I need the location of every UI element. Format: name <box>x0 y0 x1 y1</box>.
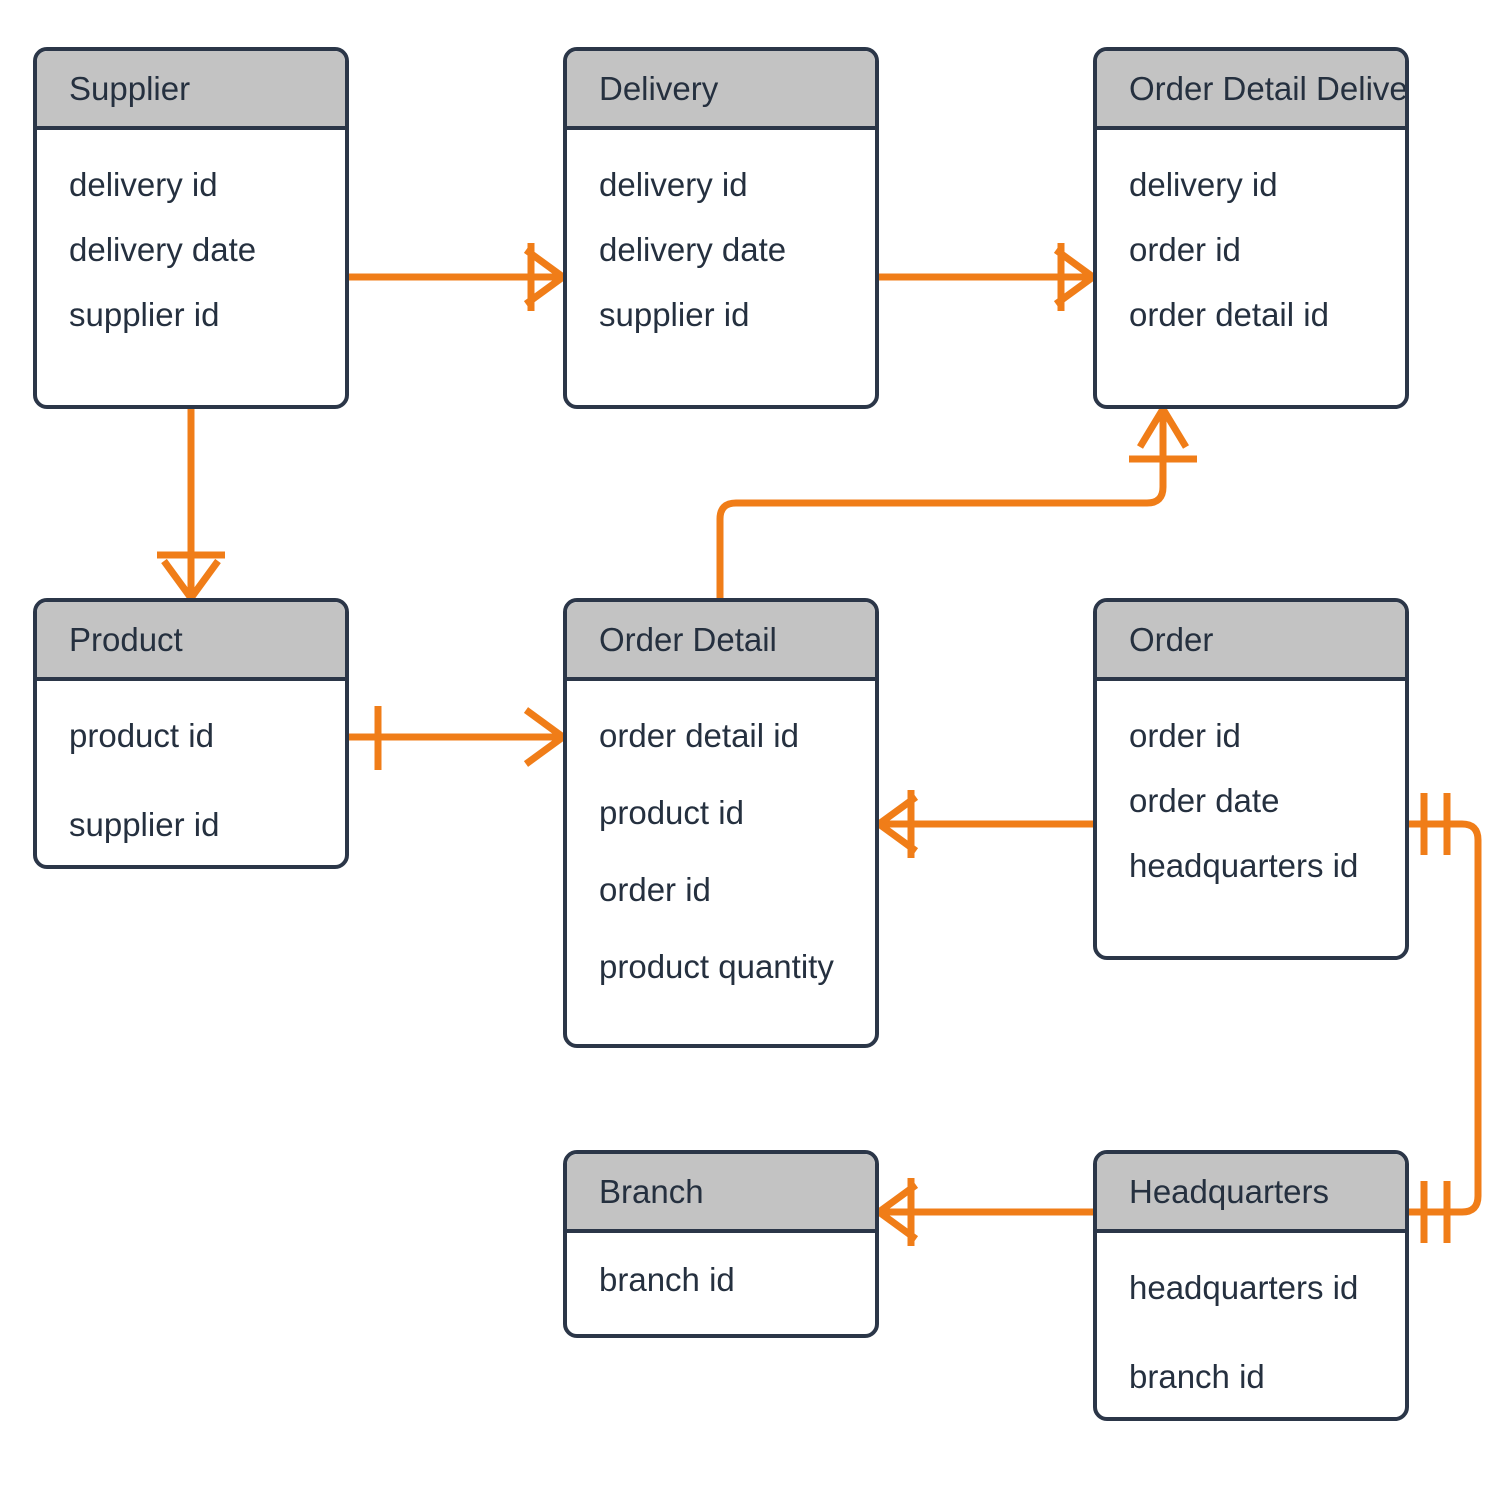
entity-title-headquarters: Headquarters <box>1097 1154 1405 1233</box>
entity-attributes-product: product id supplier id <box>37 681 345 841</box>
entity-title-order: Order <box>1097 602 1405 681</box>
entity-product[interactable]: Product product id supplier id <box>33 598 349 869</box>
attribute-row: delivery date <box>599 231 787 268</box>
connector-order-detail-delivery-order-detail <box>716 407 1197 598</box>
attribute-row: delivery id <box>1129 166 1278 203</box>
entity-order-detail-delivery[interactable]: Order Detail Delivery delivery id order … <box>1093 47 1409 409</box>
entity-title-order-detail: Order Detail <box>567 602 875 681</box>
attribute-row: order id <box>599 871 711 908</box>
entity-attributes-order: order id order date headquarters id <box>1097 681 1405 882</box>
entity-delivery[interactable]: Delivery delivery id delivery date suppl… <box>563 47 879 409</box>
entity-attributes-supplier: delivery id delivery date supplier id <box>37 130 345 331</box>
attribute-row: product quantity <box>599 948 834 985</box>
attribute-row: delivery id <box>69 166 218 203</box>
entity-title-order-detail-delivery: Order Detail Delivery <box>1097 51 1405 130</box>
entity-attributes-order-detail: order detail id product id order id prod… <box>567 681 875 983</box>
connector-branch-headquarters <box>876 1178 1093 1246</box>
attribute-row: headquarters id <box>1129 1269 1359 1306</box>
connector-product-order-detail <box>349 706 566 770</box>
connector-supplier-delivery <box>349 243 566 311</box>
entity-branch[interactable]: Branch branch id <box>563 1150 879 1338</box>
attribute-row: order id <box>1129 231 1241 268</box>
connector-order-headquarters <box>1409 793 1482 1243</box>
attribute-row: branch id <box>599 1261 735 1298</box>
attribute-row: order id <box>1129 717 1241 754</box>
entity-attributes-headquarters: headquarters id branch id <box>1097 1233 1405 1393</box>
attribute-row: order detail id <box>1129 296 1329 333</box>
er-diagram-canvas: Supplier delivery id delivery date suppl… <box>0 0 1500 1500</box>
attribute-row: order detail id <box>599 717 799 754</box>
attribute-row: product id <box>599 794 744 831</box>
entity-order[interactable]: Order order id order date headquarters i… <box>1093 598 1409 960</box>
connector-delivery-order-detail-delivery <box>879 243 1096 311</box>
connector-supplier-product <box>157 409 225 601</box>
entity-headquarters[interactable]: Headquarters headquarters id branch id <box>1093 1150 1409 1421</box>
entity-attributes-branch: branch id <box>567 1233 875 1296</box>
entity-attributes-delivery: delivery id delivery date supplier id <box>567 130 875 331</box>
attribute-row: delivery id <box>599 166 748 203</box>
connector-order-detail-order <box>876 790 1093 858</box>
attribute-row: headquarters id <box>1129 847 1359 884</box>
entity-title-delivery: Delivery <box>567 51 875 130</box>
entity-title-supplier: Supplier <box>37 51 345 130</box>
entity-title-branch: Branch <box>567 1154 875 1233</box>
entity-title-product: Product <box>37 602 345 681</box>
entity-order-detail[interactable]: Order Detail order detail id product id … <box>563 598 879 1048</box>
attribute-row: delivery date <box>69 231 257 268</box>
attribute-row: branch id <box>1129 1358 1265 1395</box>
attribute-row: product id <box>69 717 214 754</box>
attribute-row: supplier id <box>69 296 220 333</box>
entity-supplier[interactable]: Supplier delivery id delivery date suppl… <box>33 47 349 409</box>
entity-attributes-order-detail-delivery: delivery id order id order detail id <box>1097 130 1405 331</box>
attribute-row: order date <box>1129 782 1280 819</box>
attribute-row: supplier id <box>69 806 220 843</box>
attribute-row: supplier id <box>599 296 750 333</box>
